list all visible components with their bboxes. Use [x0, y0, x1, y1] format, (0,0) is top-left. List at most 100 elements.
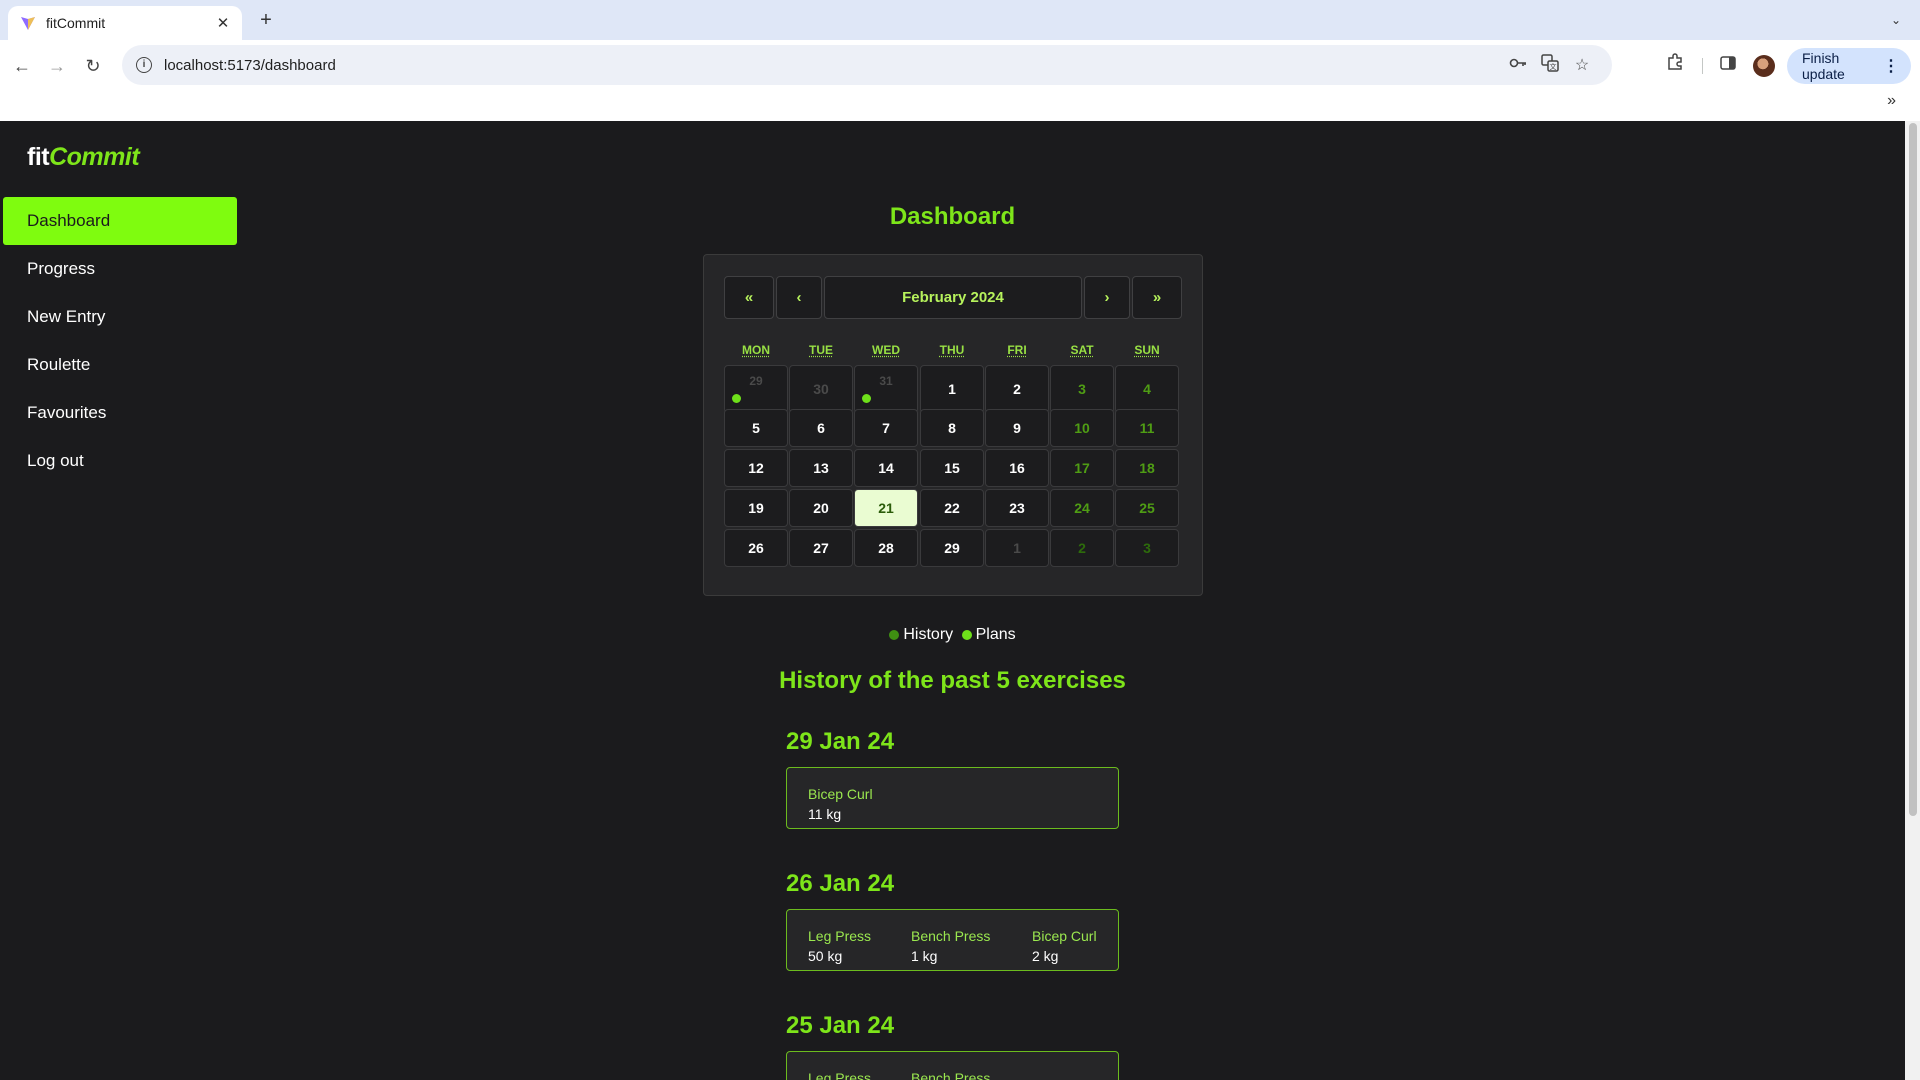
exercise-name: Leg Press: [808, 928, 872, 944]
calendar-day[interactable]: 10: [1050, 409, 1114, 447]
weekday-sat: SAT: [1070, 343, 1094, 357]
entry-card[interactable]: Leg Press Bench Press: [786, 1051, 1119, 1080]
weekday-sun: SUN: [1134, 343, 1160, 357]
calendar-legend: History Plans: [0, 626, 1905, 645]
calendar-day[interactable]: 27: [789, 529, 853, 567]
weekday-tue: TUE: [809, 343, 833, 357]
calendar-day[interactable]: 23: [985, 489, 1049, 527]
calendar-day[interactable]: 5: [724, 409, 788, 447]
calendar-day[interactable]: 2: [985, 365, 1049, 413]
forward-button[interactable]: →: [43, 52, 71, 80]
calendar-day[interactable]: 31: [854, 365, 918, 413]
nav-new-entry[interactable]: New Entry: [3, 293, 237, 341]
calendar-day[interactable]: 15: [920, 449, 984, 487]
calendar-day[interactable]: 16: [985, 449, 1049, 487]
exercise-name: Bench Press: [911, 1070, 991, 1080]
translate-icon[interactable]: 文: [1534, 53, 1566, 77]
logo-fit: fit: [27, 143, 50, 171]
history-title: History of the past 5 exercises: [779, 667, 1126, 694]
calendar-day[interactable]: 30: [789, 365, 853, 413]
calendar-day[interactable]: 20: [789, 489, 853, 527]
entry-date: 26 Jan 24: [786, 870, 895, 897]
calendar-day[interactable]: 25: [1115, 489, 1179, 527]
entry-card[interactable]: Leg Press 50 kg Bench Press 1 kg Bicep C…: [786, 909, 1119, 971]
legend-plans: Plans: [961, 626, 1016, 644]
calendar-day[interactable]: 9: [985, 409, 1049, 447]
bookmark-star-icon[interactable]: ☆: [1566, 55, 1598, 75]
calendar-day[interactable]: 3: [1050, 365, 1114, 413]
new-tab-button[interactable]: +: [254, 8, 278, 32]
password-key-icon[interactable]: [1502, 56, 1534, 74]
calendar-day[interactable]: 13: [789, 449, 853, 487]
calendar-day[interactable]: 29: [920, 529, 984, 567]
page-scrollbar[interactable]: [1905, 121, 1920, 1080]
calendar-day[interactable]: 3: [1115, 529, 1179, 567]
prev-month-button[interactable]: ‹: [776, 276, 822, 319]
nav-roulette[interactable]: Roulette: [3, 341, 237, 389]
calendar-day[interactable]: 6: [789, 409, 853, 447]
profile-avatar[interactable]: [1753, 55, 1775, 77]
calendar-day[interactable]: 17: [1050, 449, 1114, 487]
next-month-button[interactable]: ›: [1084, 276, 1130, 319]
browser-tab[interactable]: fitCommit ✕: [8, 6, 242, 40]
weekday-mon: MON: [742, 343, 770, 357]
calendar-day[interactable]: 1: [985, 529, 1049, 567]
app-viewport: fitCommit Dashboard Progress New Entry R…: [0, 121, 1905, 1080]
calendar-day[interactable]: 1: [920, 365, 984, 413]
calendar-day[interactable]: 11: [1115, 409, 1179, 447]
exercise-weight: 1 kg: [911, 948, 938, 964]
history-marker-icon: [732, 394, 741, 403]
bookmarks-overflow-icon[interactable]: »: [1887, 92, 1896, 110]
app-logo[interactable]: fitCommit: [27, 143, 140, 172]
nav-favourites[interactable]: Favourites: [3, 389, 237, 437]
side-panel-icon[interactable]: [1714, 52, 1742, 80]
calendar-day[interactable]: 26: [724, 529, 788, 567]
menu-dots-icon[interactable]: ⋮: [1883, 56, 1899, 76]
finish-update-label: Finish update: [1802, 50, 1845, 82]
browser-toolbar: ← → ↻ i localhost:5173/dashboard 文 ☆ Fin…: [0, 40, 1920, 126]
legend-history: History: [889, 626, 953, 644]
next-year-button[interactable]: »: [1132, 276, 1182, 319]
calendar-day[interactable]: 22: [920, 489, 984, 527]
weekday-wed: WED: [872, 343, 900, 357]
sidebar-nav: Dashboard Progress New Entry Roulette Fa…: [3, 197, 237, 485]
calendar: « ‹ February 2024 › » MON TUE WED THU FR…: [703, 254, 1203, 596]
nav-progress[interactable]: Progress: [3, 245, 237, 293]
address-bar[interactable]: i localhost:5173/dashboard 文 ☆: [122, 45, 1612, 85]
exercise-weight: 2 kg: [1032, 948, 1059, 964]
calendar-day[interactable]: 24: [1050, 489, 1114, 527]
exercise-weight: 50 kg: [808, 948, 843, 964]
nav-log-out[interactable]: Log out: [3, 437, 237, 485]
legend-history-label: History: [903, 626, 954, 643]
toolbar-divider: [1702, 58, 1703, 74]
calendar-day[interactable]: 28: [854, 529, 918, 567]
vite-favicon-icon: [21, 17, 35, 30]
calendar-day[interactable]: 4: [1115, 365, 1179, 413]
calendar-day[interactable]: 29: [724, 365, 788, 413]
tab-close-icon[interactable]: ✕: [214, 14, 232, 32]
browser-tab-strip: fitCommit ✕ + ⌄: [0, 0, 1920, 40]
calendar-day[interactable]: 12: [724, 449, 788, 487]
exercise-weight: 11 kg: [808, 806, 842, 822]
prev-year-button[interactable]: «: [724, 276, 774, 319]
scrollbar-thumb[interactable]: [1909, 123, 1917, 816]
calendar-day[interactable]: 14: [854, 449, 918, 487]
finish-update-button[interactable]: Finish update ⋮: [1787, 48, 1911, 84]
site-info-icon[interactable]: i: [136, 57, 152, 73]
entry-card[interactable]: Bicep Curl 11 kg: [786, 767, 1119, 829]
url-text[interactable]: localhost:5173/dashboard: [164, 57, 1502, 74]
extensions-icon[interactable]: [1661, 52, 1689, 80]
month-label-button[interactable]: February 2024: [824, 276, 1082, 319]
calendar-day[interactable]: 21: [854, 489, 918, 527]
tab-search-chevron-icon[interactable]: ⌄: [1886, 10, 1906, 30]
calendar-day[interactable]: 19: [724, 489, 788, 527]
weekday-fri: FRI: [1007, 343, 1027, 357]
calendar-day[interactable]: 8: [920, 409, 984, 447]
history-marker-icon: [862, 394, 871, 403]
back-button[interactable]: ←: [8, 52, 36, 80]
reload-button[interactable]: ↻: [79, 52, 107, 80]
calendar-day[interactable]: 18: [1115, 449, 1179, 487]
calendar-day[interactable]: 2: [1050, 529, 1114, 567]
calendar-day[interactable]: 7: [854, 409, 918, 447]
exercise-item: Leg Press: [808, 1068, 871, 1080]
